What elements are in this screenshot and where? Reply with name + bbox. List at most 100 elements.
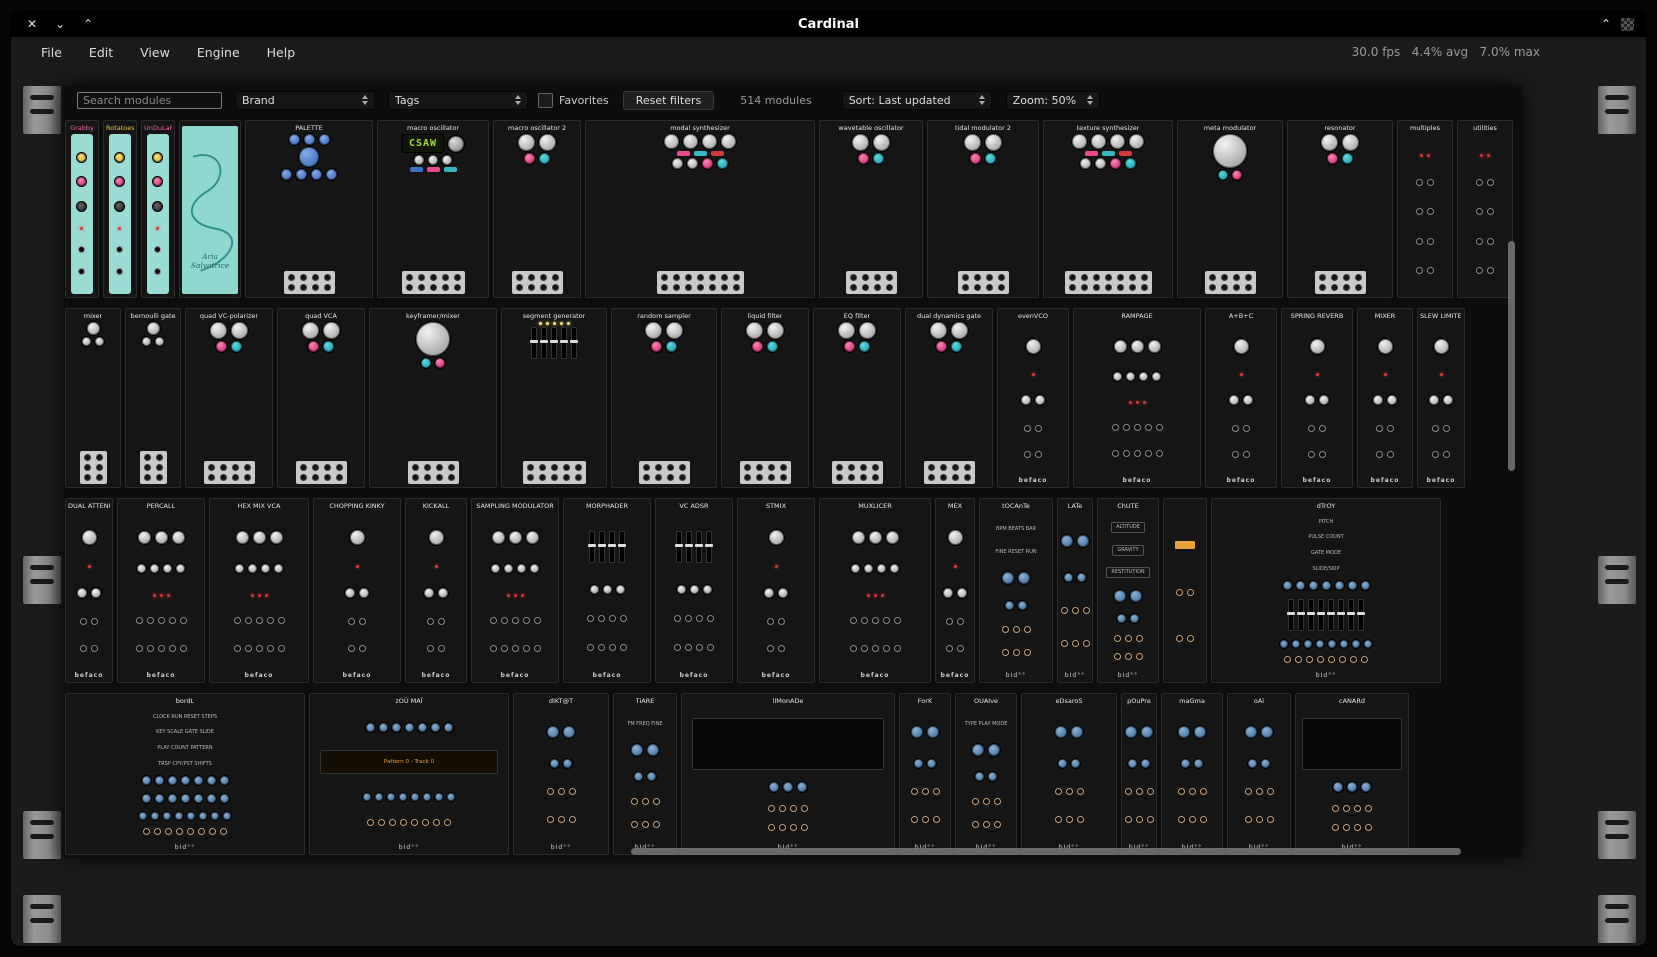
module-card[interactable]: HEX MIX VCAbefaco xyxy=(209,498,309,683)
collapse-icon[interactable]: ⌃ xyxy=(1601,18,1611,30)
module-card[interactable]: KICKALLbefaco xyxy=(405,498,467,683)
module-card[interactable]: random sampler xyxy=(611,308,717,488)
menu-file[interactable]: File xyxy=(41,45,62,60)
module-card[interactable]: oAïbId°° xyxy=(1227,693,1291,855)
jack-icon xyxy=(974,284,981,291)
module-card[interactable]: tOCAnTeBPM BEATS BARFINE RESET RUNbId°° xyxy=(979,498,1053,683)
module-card[interactable]: MIXERbefaco xyxy=(1357,308,1413,488)
jack-icon xyxy=(267,617,274,624)
module-card[interactable]: zOÙ MAÏPattern 0 - Track 0bId°° xyxy=(309,693,509,855)
knob-icon xyxy=(115,202,124,211)
module-card[interactable]: liquid filter xyxy=(721,308,809,488)
module-card[interactable]: multiples xyxy=(1397,120,1453,298)
vertical-scrollbar[interactable] xyxy=(1508,241,1515,471)
zoom-dropdown[interactable]: Zoom: 50% xyxy=(1006,91,1100,110)
module-card[interactable]: PALETTE xyxy=(245,120,373,298)
module-card[interactable]: SAMPLING MODULATORbefaco xyxy=(471,498,559,683)
knob-icon xyxy=(319,134,330,145)
module-card[interactable]: utilities xyxy=(1457,120,1513,298)
tags-dropdown[interactable]: Tags xyxy=(388,91,528,110)
module-card[interactable]: SPRING REVERBbefaco xyxy=(1281,308,1353,488)
module-card[interactable]: MEXbefaco xyxy=(935,498,975,683)
module-card[interactable]: maGmabId°° xyxy=(1161,693,1223,855)
chevron-up-icon[interactable]: ⌃ xyxy=(83,18,93,30)
jack-icon xyxy=(552,284,559,291)
module-title: segment generator xyxy=(523,312,586,320)
knob-icon xyxy=(137,564,146,573)
module-card[interactable]: Grabby xyxy=(65,120,99,298)
module-card[interactable]: Aria Salvatrice xyxy=(179,120,241,298)
module-brand: befaco xyxy=(1371,477,1400,484)
module-card[interactable]: CHOPPING KINKYbefaco xyxy=(313,498,401,683)
brand-dropdown[interactable]: Brand xyxy=(235,91,375,110)
sort-dropdown[interactable]: Sort: Last updated xyxy=(842,91,992,110)
close-icon[interactable]: ✕ xyxy=(27,18,37,30)
module-panel xyxy=(516,707,606,842)
menu-edit[interactable]: Edit xyxy=(89,45,113,60)
module-card[interactable]: TiAREFM FREQ FINEbId°° xyxy=(613,693,677,855)
module-card[interactable]: meta modulator xyxy=(1177,120,1283,298)
module-card[interactable]: macro oscillatorCSAW xyxy=(377,120,489,298)
jack-icon xyxy=(324,274,331,281)
module-card[interactable]: Rotatoes xyxy=(103,120,137,298)
chevron-down-icon[interactable]: ⌄ xyxy=(55,18,65,30)
module-card[interactable]: quad VCA xyxy=(277,308,365,488)
reset-filters-button[interactable]: Reset filters xyxy=(623,91,715,110)
menu-engine[interactable]: Engine xyxy=(197,45,240,60)
module-card[interactable]: OUAIveTYPE PLAY MODEbId°° xyxy=(955,693,1017,855)
module-card[interactable]: quad VC-polarizer xyxy=(185,308,273,488)
module-card[interactable]: wavetable oscillator xyxy=(819,120,923,298)
jack-icon xyxy=(643,474,650,481)
jack-icon xyxy=(1343,824,1350,831)
module-card[interactable]: dIKT@TbId°° xyxy=(513,693,609,855)
knob-icon xyxy=(424,588,434,598)
module-panel xyxy=(106,134,134,294)
module-card[interactable]: dual dynamics gate xyxy=(905,308,993,488)
module-card[interactable]: pOuPrebId°° xyxy=(1121,693,1157,855)
module-card[interactable]: STMIXbefaco xyxy=(737,498,815,683)
module-card[interactable]: LATebId°° xyxy=(1057,498,1093,683)
module-card[interactable] xyxy=(1163,498,1207,683)
module-card[interactable]: EQ filter xyxy=(813,308,901,488)
module-panel xyxy=(1290,134,1390,294)
search-input[interactable] xyxy=(77,92,222,109)
module-card[interactable]: keyframer/mixer xyxy=(369,308,497,488)
module-card[interactable]: ChUTEALTITUDEGRAVITYRESTITUTIONbId°° xyxy=(1097,498,1159,683)
module-card[interactable]: modal synthesizer xyxy=(585,120,815,298)
module-card[interactable]: mixer xyxy=(65,308,121,488)
module-card[interactable]: DUAL ATTENUVERTERbefaco xyxy=(65,498,113,683)
module-card[interactable]: eDsaroSbId°° xyxy=(1021,693,1117,855)
module-card[interactable]: cANARdbId°° xyxy=(1295,693,1409,855)
module-card[interactable]: texture synthesizer xyxy=(1043,120,1173,298)
module-card[interactable]: MUXLICERbefaco xyxy=(819,498,931,683)
module-brand: befaco xyxy=(422,672,451,679)
module-card[interactable]: segment generator xyxy=(501,308,607,488)
jack-icon xyxy=(779,824,786,831)
knob-icon xyxy=(746,322,763,339)
favorites-checkbox[interactable] xyxy=(538,93,553,108)
module-card[interactable]: lIMonADebId°° xyxy=(681,693,895,855)
module-card[interactable]: resonator xyxy=(1287,120,1393,298)
jack-icon xyxy=(1081,284,1088,291)
module-card[interactable]: PERCALLbefaco xyxy=(117,498,205,683)
module-card[interactable]: ForKbId°° xyxy=(899,693,951,855)
module-card[interactable]: A+B+Cbefaco xyxy=(1205,308,1277,488)
jack-icon xyxy=(685,615,692,622)
jack-icon xyxy=(620,615,627,622)
menu-view[interactable]: View xyxy=(140,45,170,60)
module-card[interactable]: macro oscillator 2 xyxy=(493,120,581,298)
knob-icon xyxy=(82,530,97,545)
module-card[interactable]: UnDuLaR xyxy=(141,120,175,298)
rack-rail xyxy=(23,895,61,943)
horizontal-scrollbar[interactable] xyxy=(631,848,1461,855)
module-card[interactable]: RAMPAGEbefaco xyxy=(1073,308,1201,488)
module-card[interactable]: bordLCLOCK RUN RESET STEPSKEY SCALE GATE… xyxy=(65,693,305,855)
module-card[interactable]: tidal modulator 2 xyxy=(927,120,1039,298)
module-card[interactable]: VC ADSRbefaco xyxy=(655,498,733,683)
module-card[interactable]: evenVCObefaco xyxy=(997,308,1069,488)
module-card[interactable]: dTrOYPITCHPULSE COUNTGATE MODESLIDE/SKIP… xyxy=(1211,498,1441,683)
module-card[interactable]: bernoulli gate xyxy=(125,308,181,488)
module-card[interactable]: SLEW LIMITERbefaco xyxy=(1417,308,1465,488)
menu-help[interactable]: Help xyxy=(267,45,296,60)
module-card[interactable]: MORPHADERbefaco xyxy=(563,498,651,683)
